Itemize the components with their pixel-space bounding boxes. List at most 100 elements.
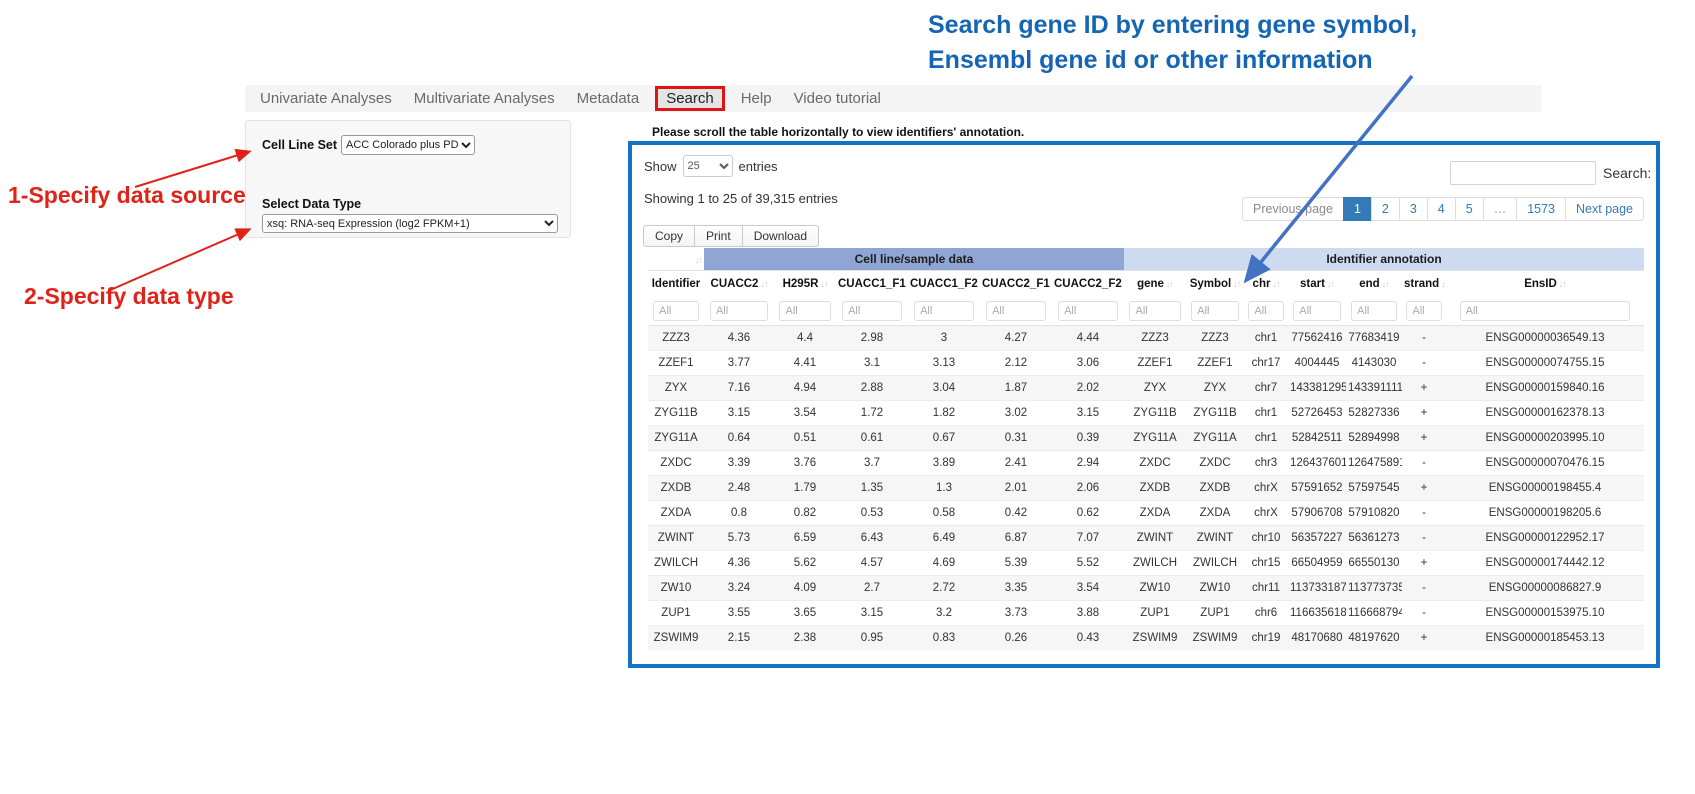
- sort-icon: ↓↑: [1441, 279, 1446, 289]
- cell-identifier: ZZEF1: [648, 351, 704, 376]
- cell-cuacc2-f1: 3.73: [980, 601, 1052, 626]
- print-button[interactable]: Print: [694, 225, 743, 247]
- cell-strand: +: [1402, 626, 1446, 651]
- filter-input-cuacc2-f1[interactable]: [986, 301, 1046, 321]
- column-header-chr[interactable]: chr↓↑: [1244, 271, 1288, 298]
- cell-gene: ZWILCH: [1124, 551, 1186, 576]
- page-1573-button[interactable]: 1573: [1516, 197, 1566, 221]
- filter-cell-strand: [1402, 297, 1446, 326]
- cell-chr: chr1: [1244, 401, 1288, 426]
- cell-h295r: 6.59: [774, 526, 836, 551]
- column-header-cuacc1-f2[interactable]: CUACC1_F2↓↑: [908, 271, 980, 298]
- filter-cell-symbol: [1186, 297, 1244, 326]
- column-header-cuacc2[interactable]: CUACC2↓↑: [704, 271, 774, 298]
- table-row: ZWINT5.736.596.436.496.877.07ZWINTZWINTc…: [648, 526, 1644, 551]
- cell-ensid: ENSG00000074755.15: [1446, 351, 1644, 376]
- filter-input-chr[interactable]: [1248, 301, 1283, 321]
- cell-cuacc1-f1: 0.53: [836, 501, 908, 526]
- filter-input-cuacc1-f2[interactable]: [914, 301, 974, 321]
- filter-input-gene[interactable]: [1129, 301, 1180, 321]
- table-search-input[interactable]: [1450, 161, 1596, 185]
- cell-end: 116668794: [1346, 601, 1402, 626]
- cell-cuacc2: 2.15: [704, 626, 774, 651]
- cell-start: 77562416: [1288, 326, 1346, 351]
- download-button[interactable]: Download: [742, 225, 819, 247]
- cell-cuacc2-f2: 3.88: [1052, 601, 1124, 626]
- cell-cuacc2: 3.39: [704, 451, 774, 476]
- filter-input-identifier[interactable]: [653, 301, 699, 321]
- nav-tab-univariate-analyses[interactable]: Univariate Analyses: [249, 90, 403, 107]
- cell-cuacc1-f1: 1.72: [836, 401, 908, 426]
- table-row: ZZEF13.774.413.13.132.123.06ZZEF1ZZEF1ch…: [648, 351, 1644, 376]
- cell-strand: -: [1402, 576, 1446, 601]
- column-header-ensid[interactable]: EnsID↓↑: [1446, 271, 1644, 298]
- filter-input-cuacc2[interactable]: [710, 301, 768, 321]
- page-1-button[interactable]: 1: [1343, 197, 1372, 221]
- column-header-cuacc2-f2[interactable]: CUACC2_F2↓↑: [1052, 271, 1124, 298]
- table-row: ZUP13.553.653.153.23.733.88ZUP1ZUP1chr61…: [648, 601, 1644, 626]
- cell-gene: ZXDC: [1124, 451, 1186, 476]
- page-5-button[interactable]: 5: [1455, 197, 1484, 221]
- cell-ensid: ENSG00000070476.15: [1446, 451, 1644, 476]
- filter-input-ensid[interactable]: [1460, 301, 1631, 321]
- column-header-gene[interactable]: gene↓↑: [1124, 271, 1186, 298]
- cell-end: 4143030: [1346, 351, 1402, 376]
- page-3-button[interactable]: 3: [1399, 197, 1428, 221]
- page-length-select[interactable]: 25: [683, 155, 733, 177]
- cell-h295r: 5.62: [774, 551, 836, 576]
- column-header-cuacc1-f1[interactable]: CUACC1_F1↓↑: [836, 271, 908, 298]
- filter-input-end[interactable]: [1351, 301, 1397, 321]
- cell-cuacc2-f1: 0.42: [980, 501, 1052, 526]
- nav-tab-search[interactable]: Search: [655, 86, 725, 111]
- nav-tab-help[interactable]: Help: [730, 90, 783, 107]
- cell-line-set-select[interactable]: ACC Colorado plus PDX: [341, 135, 475, 155]
- cell-cuacc1-f2: 0.83: [908, 626, 980, 651]
- cell-identifier: ZXDB: [648, 476, 704, 501]
- column-header-strand[interactable]: strand↓↑: [1402, 271, 1446, 298]
- column-header-start[interactable]: start↓↑: [1288, 271, 1346, 298]
- cell-ensid: ENSG00000174442.12: [1446, 551, 1644, 576]
- cell-gene: ZZEF1: [1124, 351, 1186, 376]
- column-header-h295r[interactable]: H295R↓↑: [774, 271, 836, 298]
- column-header-symbol[interactable]: Symbol↓↑: [1186, 271, 1244, 298]
- cell-ensid: ENSG00000036549.13: [1446, 326, 1644, 351]
- cell-ensid: ENSG00000162378.13: [1446, 401, 1644, 426]
- cell-identifier: ZWINT: [648, 526, 704, 551]
- cell-chr: chrX: [1244, 501, 1288, 526]
- column-header-end[interactable]: end↓↑: [1346, 271, 1402, 298]
- page-4-button[interactable]: 4: [1427, 197, 1456, 221]
- previous-page-button[interactable]: Previous page: [1242, 197, 1344, 221]
- red-annotation-data-source: 1-Specify data source: [8, 182, 246, 209]
- filter-input-strand[interactable]: [1406, 301, 1441, 321]
- column-header-cuacc2-f1[interactable]: CUACC2_F1↓↑: [980, 271, 1052, 298]
- cell-gene: ZXDB: [1124, 476, 1186, 501]
- data-type-select[interactable]: xsq: RNA-seq Expression (log2 FPKM+1): [262, 214, 558, 233]
- nav-tab-multivariate-analyses[interactable]: Multivariate Analyses: [403, 90, 566, 107]
- page-2-button[interactable]: 2: [1371, 197, 1400, 221]
- copy-button[interactable]: Copy: [643, 225, 695, 247]
- column-header-identifier[interactable]: Identifier: [648, 271, 704, 298]
- filter-cell-end: [1346, 297, 1402, 326]
- filter-input-cuacc2-f2[interactable]: [1058, 301, 1118, 321]
- cell-symbol: ZWILCH: [1186, 551, 1244, 576]
- filter-input-cuacc1-f1[interactable]: [842, 301, 902, 321]
- cell-gene: ZYX: [1124, 376, 1186, 401]
- cell-cuacc2: 3.24: [704, 576, 774, 601]
- filter-input-h295r[interactable]: [779, 301, 830, 321]
- filter-input-start[interactable]: [1293, 301, 1341, 321]
- nav-tab-video-tutorial[interactable]: Video tutorial: [783, 90, 892, 107]
- cell-symbol: ZYX: [1186, 376, 1244, 401]
- scroll-hint-text: Please scroll the table horizontally to …: [652, 125, 1024, 139]
- cell-cuacc1-f1: 6.43: [836, 526, 908, 551]
- cell-cuacc1-f1: 2.7: [836, 576, 908, 601]
- cell-chr: chr17: [1244, 351, 1288, 376]
- cell-cuacc1-f1: 3.7: [836, 451, 908, 476]
- sort-all-header[interactable]: ↓↑: [648, 248, 704, 271]
- cell-end: 77683419: [1346, 326, 1402, 351]
- filter-input-symbol[interactable]: [1191, 301, 1239, 321]
- cell-line-set-row: Cell Line Set ACC Colorado plus PDX: [262, 135, 475, 155]
- nav-tab-metadata[interactable]: Metadata: [566, 90, 651, 107]
- next-page-button[interactable]: Next page: [1565, 197, 1644, 221]
- cell-cuacc2-f2: 3.06: [1052, 351, 1124, 376]
- sort-icon: ↓↑: [1382, 279, 1389, 289]
